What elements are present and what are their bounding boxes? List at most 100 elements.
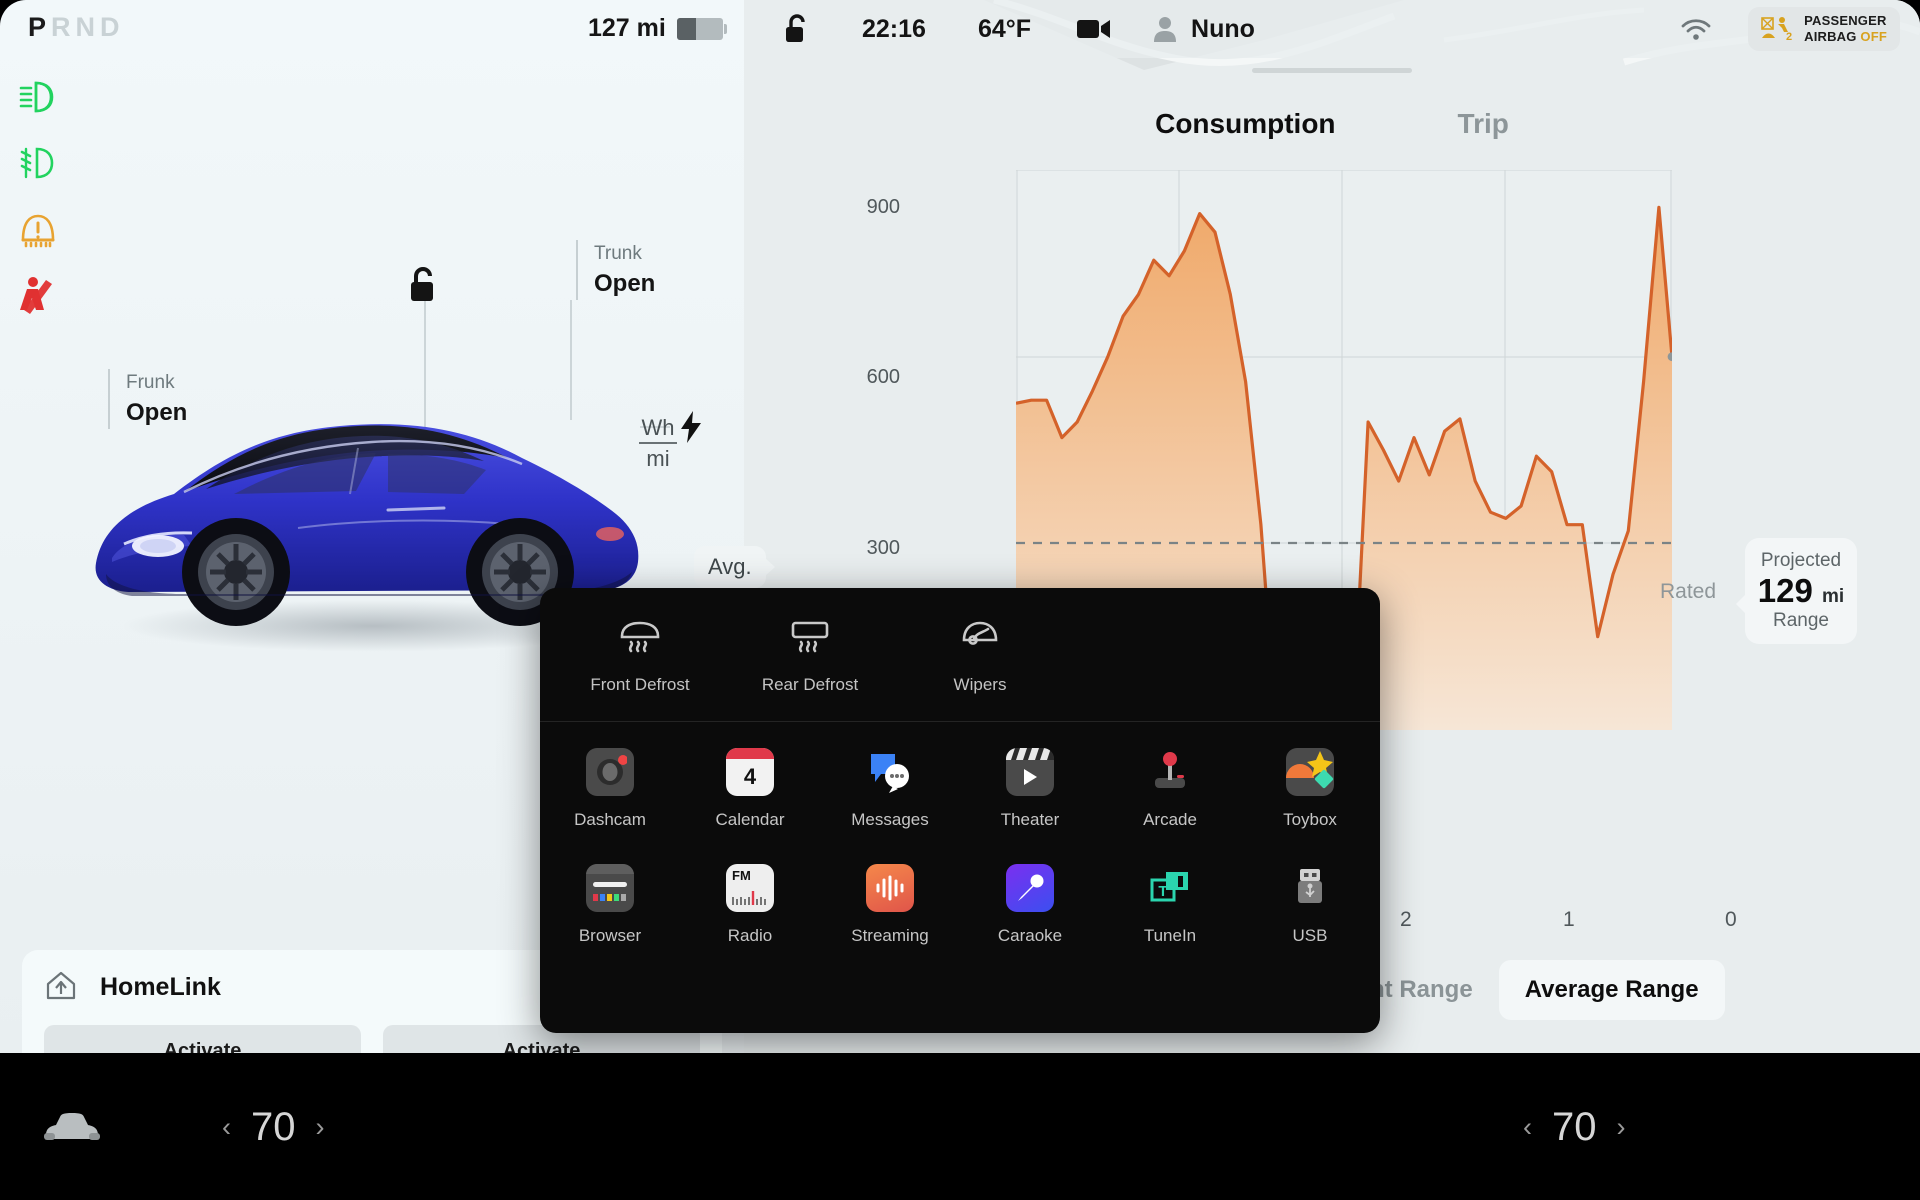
quick-controls-row: Front Defrost Rear Defrost Wipers xyxy=(540,588,1380,722)
x-tick-0: 0 xyxy=(1725,908,1737,931)
trunk-status[interactable]: Trunk Open xyxy=(576,240,655,300)
app-label: Dashcam xyxy=(574,810,646,829)
gear-selector[interactable]: PRND xyxy=(28,12,125,43)
gear-n: N xyxy=(75,12,101,42)
homelink-activate-button-1[interactable]: Activate xyxy=(44,1025,361,1053)
app-label: Messages xyxy=(851,810,929,829)
dashcam-icon xyxy=(586,748,634,796)
app-caraoke[interactable]: Caraoke xyxy=(960,864,1100,946)
gear-p: P xyxy=(28,12,52,42)
unit-denominator: mi xyxy=(646,446,670,472)
gear-d: D xyxy=(100,12,125,42)
calendar-icon: 4 xyxy=(726,748,774,796)
fog-light-icon xyxy=(18,146,58,185)
app-arcade[interactable]: Arcade xyxy=(1100,748,1240,830)
wipers-label: Wipers xyxy=(953,675,1007,694)
calendar-badge: 4 xyxy=(743,764,757,789)
airbag-off-icon: 2 xyxy=(1761,17,1792,42)
app-label: USB xyxy=(1292,926,1328,945)
trunk-value: Open xyxy=(594,269,656,297)
app-theater[interactable]: Theater xyxy=(960,748,1100,830)
projected-caption: Projected xyxy=(1760,550,1842,571)
app-grid: Dashcam 4 Calendar Messages Theater Arca… xyxy=(540,722,1380,958)
temp-decrease-right[interactable]: ‹ xyxy=(1523,1112,1532,1143)
app-row-1: Dashcam 4 Calendar Messages Theater Arca… xyxy=(540,748,1380,842)
outside-temperature[interactable]: 64°F xyxy=(978,15,1031,44)
radio-badge: FM xyxy=(732,868,751,883)
average-range-button[interactable]: Average Range xyxy=(1498,960,1725,1020)
status-bar: 22:16 64°F Nuno 2 PASSENGER AIRBAG OFF xyxy=(744,0,1920,58)
svg-text:2: 2 xyxy=(1786,31,1792,42)
front-defrost-icon xyxy=(620,621,660,653)
passenger-temp-control[interactable]: ‹ 70 › xyxy=(1523,1105,1626,1150)
tab-consumption[interactable]: Consumption xyxy=(1155,108,1335,140)
clock[interactable]: 22:16 xyxy=(862,15,926,44)
app-tunein[interactable]: T TuneIn xyxy=(1100,864,1240,946)
wipers-icon xyxy=(962,621,998,645)
unlock-icon[interactable] xyxy=(782,13,812,45)
temp-increase-right[interactable]: › xyxy=(1617,1112,1626,1143)
app-browser[interactable]: Browser xyxy=(540,864,680,946)
front-defrost-label: Front Defrost xyxy=(590,675,690,694)
rear-defrost-label: Rear Defrost xyxy=(761,675,859,694)
x-tick-2: 2 xyxy=(1400,908,1412,931)
app-label: Arcade xyxy=(1143,810,1197,829)
wifi-icon[interactable] xyxy=(1680,17,1712,41)
temp-decrease-left[interactable]: ‹ xyxy=(222,1112,231,1143)
app-row-2: Browser FM Radio Streaming Caraoke T Tun… xyxy=(540,842,1380,958)
projected-unit: mi xyxy=(1822,586,1845,607)
bottom-taskbar: ‹ 70 › ✕ My Apps Recent Apps ✕ xyxy=(0,1053,1920,1200)
y-tick-600: 600 xyxy=(866,366,900,388)
caraoke-icon xyxy=(1006,864,1054,912)
charge-bolt-icon xyxy=(681,411,701,443)
temp-increase-left[interactable]: › xyxy=(316,1112,325,1143)
app-label: Radio xyxy=(727,926,773,945)
rated-line-label: Rated xyxy=(1660,580,1717,603)
driver-temp-control[interactable]: ‹ 70 › xyxy=(222,1105,325,1150)
airbag-text: PASSENGER AIRBAG OFF xyxy=(1804,13,1887,44)
arcade-icon xyxy=(1146,748,1194,796)
app-label: TuneIn xyxy=(1143,926,1197,945)
messages-icon xyxy=(866,748,914,796)
homelink-title: HomeLink xyxy=(100,973,221,1001)
panel-drag-handle[interactable] xyxy=(1252,68,1412,73)
app-messages[interactable]: Messages xyxy=(820,748,960,830)
tab-trip[interactable]: Trip xyxy=(1458,108,1509,140)
app-radio[interactable]: FM Radio xyxy=(680,864,820,946)
quick-wipers[interactable]: Wipers xyxy=(910,620,1050,695)
browser-icon xyxy=(586,864,634,912)
y-axis-unit-label: Wh mi xyxy=(639,416,677,470)
y-tick-900: 900 xyxy=(866,196,900,218)
app-label: Theater xyxy=(1000,810,1060,829)
app-dashcam[interactable]: Dashcam xyxy=(540,748,680,830)
app-streaming[interactable]: Streaming xyxy=(820,864,960,946)
seatbelt-icon xyxy=(18,276,56,321)
dashcam-status-icon[interactable] xyxy=(1077,18,1111,40)
driver-profile[interactable]: Nuno xyxy=(1153,15,1255,44)
usb-icon xyxy=(1286,864,1334,912)
person-icon xyxy=(1154,17,1177,42)
app-label: Caraoke xyxy=(997,926,1063,945)
range-value: 127 mi xyxy=(588,14,666,42)
radio-icon: FM xyxy=(726,864,774,912)
passenger-airbag-indicator: 2 PASSENGER AIRBAG OFF xyxy=(1748,7,1900,51)
quick-rear-defrost[interactable]: Rear Defrost xyxy=(740,620,880,695)
app-usb[interactable]: USB xyxy=(1240,864,1380,946)
trunk-label: Trunk xyxy=(594,243,642,264)
car-controls-button[interactable] xyxy=(42,1109,102,1150)
app-calendar[interactable]: 4 Calendar xyxy=(680,748,820,830)
app-toybox[interactable]: Toybox xyxy=(1240,748,1380,830)
projected-sub: Range xyxy=(1773,609,1829,631)
temp-value-right: 70 xyxy=(1552,1105,1597,1149)
projected-value: 129 xyxy=(1757,572,1813,609)
temp-value-left: 70 xyxy=(251,1105,296,1149)
projected-range-badge: Projected 129 mi Range xyxy=(1736,538,1857,644)
battery-range-readout[interactable]: 127 mi xyxy=(588,14,727,43)
x-tick-1: 1 xyxy=(1563,908,1575,931)
unit-numerator: Wh xyxy=(641,415,675,440)
battery-icon xyxy=(676,17,727,40)
lock-status-icon[interactable] xyxy=(404,264,442,309)
quick-front-defrost[interactable]: Front Defrost xyxy=(570,620,710,695)
app-label: Streaming xyxy=(851,926,929,945)
app-label: Calendar xyxy=(715,810,785,829)
